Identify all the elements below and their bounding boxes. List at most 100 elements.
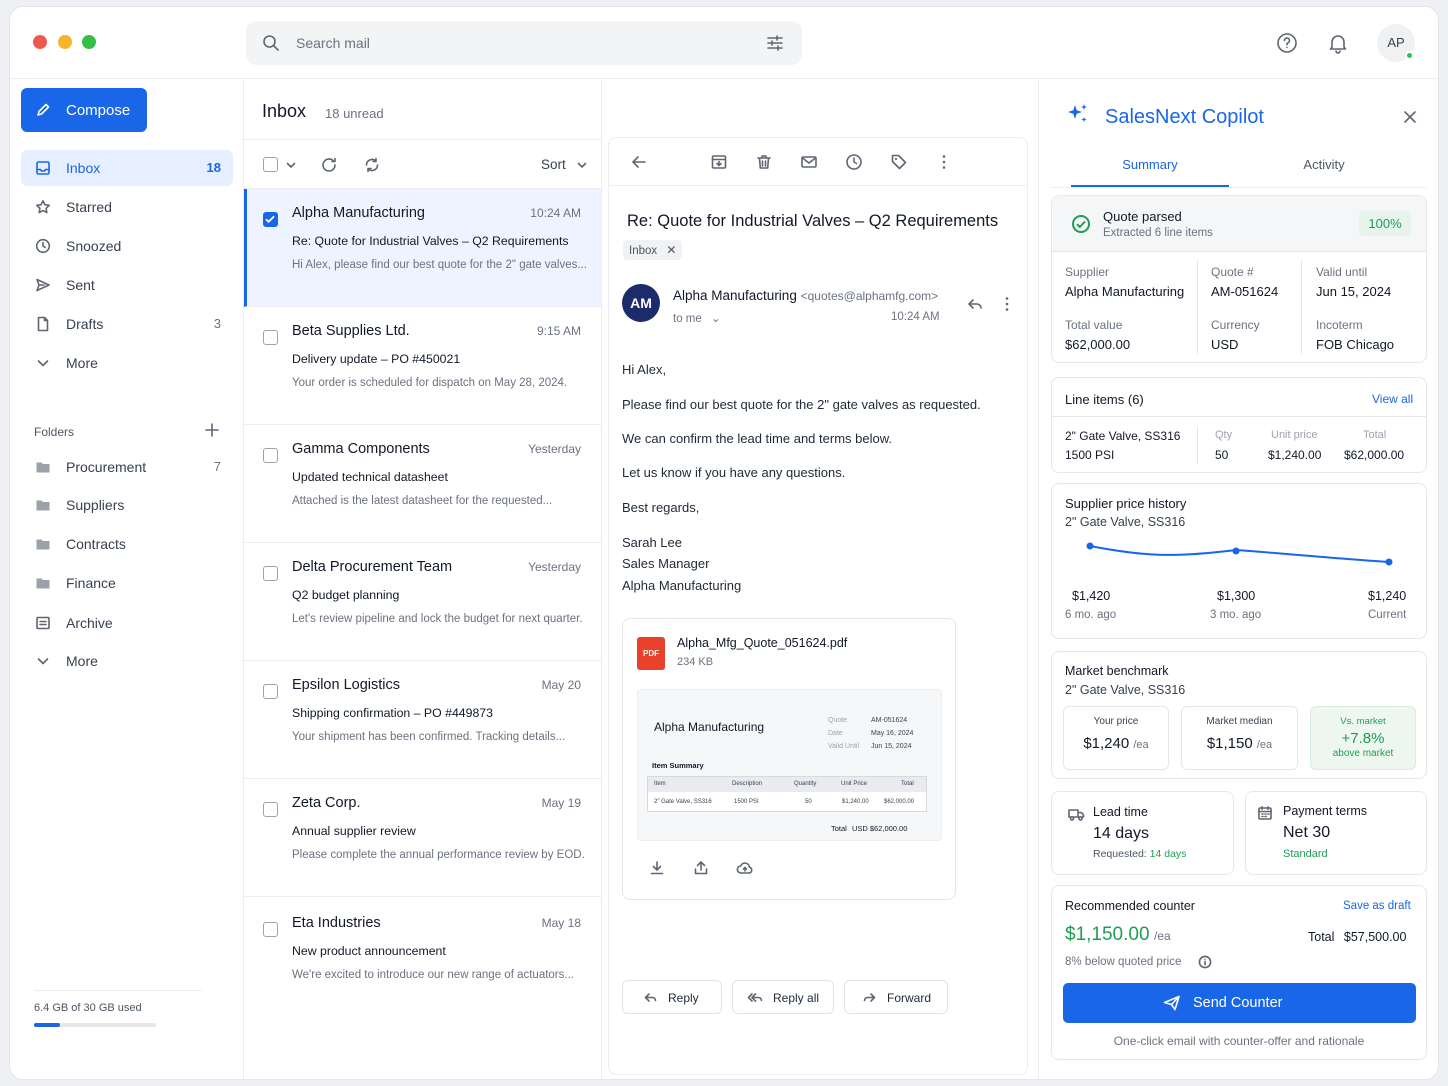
meta-label: Valid Until	[828, 743, 859, 750]
folder-item-contracts[interactable]: Contracts	[21, 526, 233, 562]
total-label: Total	[831, 824, 847, 833]
forward-button[interactable]: Forward	[844, 980, 948, 1014]
sidebar-item-label: Snoozed	[66, 238, 122, 254]
tile-label: Market median	[1206, 716, 1273, 727]
message-checkbox[interactable]	[263, 566, 278, 581]
message-checkbox[interactable]	[263, 212, 278, 227]
preview: Attached is the latest datasheet for the…	[292, 495, 553, 507]
share-icon[interactable]	[693, 860, 709, 876]
sender: Eta Industries	[292, 915, 381, 931]
preview-meta-labels: Quote Date Valid Until	[828, 714, 859, 753]
search-bar[interactable]: Search mail	[246, 21, 802, 65]
sidebar-item-sent[interactable]: Sent	[21, 267, 233, 303]
bell-icon[interactable]	[1327, 32, 1349, 54]
list-item[interactable]: Eta Industries May 18 New product announ…	[244, 899, 601, 1017]
message-checkbox[interactable]	[263, 684, 278, 699]
folder-item-archive[interactable]: Archive	[21, 605, 233, 641]
tile-label: Vs. market	[1340, 716, 1386, 727]
market-median-tile: Market median $1,150 /ea	[1181, 706, 1298, 770]
sidebar-item-starred[interactable]: Starred	[21, 189, 233, 225]
help-icon[interactable]	[1276, 32, 1298, 54]
folder-item-procurement[interactable]: Procurement 7	[21, 449, 233, 485]
counter-total-value: $57,500.00	[1343, 930, 1407, 944]
folder-item-finance[interactable]: Finance	[21, 565, 233, 601]
add-folder-icon[interactable]	[205, 423, 219, 437]
list-item[interactable]: Epsilon Logistics May 20 Shipping confir…	[244, 661, 601, 779]
status-sub: Extracted 6 line items	[1103, 227, 1213, 239]
sidebar-item-more[interactable]: More	[21, 345, 233, 381]
send-counter-button[interactable]: Send Counter	[1063, 983, 1416, 1023]
tab-activity[interactable]: Activity	[1245, 157, 1403, 187]
view-all-link[interactable]: View all	[1372, 392, 1413, 406]
preview: Your order is scheduled for dispatch on …	[292, 377, 568, 389]
field-value: USD	[1211, 337, 1239, 352]
search-input[interactable]: Search mail	[296, 35, 370, 51]
cloud-upload-icon[interactable]	[736, 860, 754, 876]
sidebar-item-inbox[interactable]: Inbox 18	[21, 150, 233, 186]
close-window-dot[interactable]	[33, 35, 47, 49]
refresh-icon[interactable]	[320, 156, 338, 174]
table-header: Item	[654, 781, 666, 787]
meta-label: Date	[828, 730, 843, 737]
list-item[interactable]: Delta Procurement Team Yesterday Q2 budg…	[244, 543, 601, 661]
price-history-card: Supplier price history 2" Gate Valve, SS…	[1051, 483, 1427, 639]
list-item[interactable]: Beta Supplies Ltd. 9:15 AM Delivery upda…	[244, 307, 601, 425]
folder-label: Suppliers	[66, 497, 125, 513]
recipient-toggle[interactable]: to me ⌄	[673, 311, 721, 325]
chevron-down-icon[interactable]	[576, 159, 588, 171]
list-item[interactable]: Zeta Corp. May 19 Annual supplier review…	[244, 779, 601, 897]
reply-button[interactable]: Reply	[622, 980, 722, 1014]
save-draft-link[interactable]: Save as draft	[1343, 900, 1411, 912]
divider	[1301, 260, 1302, 354]
select-all-checkbox[interactable]	[263, 157, 278, 172]
reply-all-label: Reply all	[773, 991, 820, 1005]
preview: We're excited to introduce our new range…	[292, 969, 574, 981]
filter-icon[interactable]	[766, 34, 784, 52]
list-item[interactable]: Gamma Components Yesterday Updated techn…	[244, 425, 601, 543]
avatar[interactable]: AP	[1377, 24, 1415, 62]
mail-icon[interactable]	[800, 153, 818, 171]
sync-icon[interactable]	[363, 156, 381, 174]
tab-summary[interactable]: Summary	[1071, 157, 1229, 187]
timestamp: Yesterday	[528, 560, 581, 574]
attachment-card[interactable]: PDF Alpha_Mfg_Quote_051624.pdf 234 KB Al…	[622, 618, 956, 900]
more-vertical-icon[interactable]	[998, 295, 1016, 313]
info-icon[interactable]	[1198, 955, 1212, 969]
folder-item-suppliers[interactable]: Suppliers	[21, 487, 233, 523]
chevron-down-icon[interactable]	[285, 159, 297, 171]
message-checkbox[interactable]	[263, 448, 278, 463]
reply-all-button[interactable]: Reply all	[732, 980, 834, 1014]
close-icon[interactable]	[1403, 110, 1417, 124]
remove-label-icon[interactable]: ✕	[666, 243, 676, 257]
compose-button[interactable]: Compose	[21, 88, 147, 132]
minimize-window-dot[interactable]	[58, 35, 72, 49]
clock-icon[interactable]	[845, 153, 863, 171]
counter-total-label: Total	[1308, 930, 1335, 944]
tab-label: Summary	[1122, 157, 1178, 172]
email-body-line: Let us know if you have any questions.	[622, 465, 846, 480]
folder-item-more[interactable]: More	[21, 643, 233, 679]
unit-price-label: Unit price	[1271, 429, 1318, 441]
reply-icon[interactable]	[966, 295, 984, 313]
message-checkbox[interactable]	[263, 922, 278, 937]
lead-time-requested: Requested: 14 days	[1093, 848, 1186, 860]
maximize-window-dot[interactable]	[82, 35, 96, 49]
sort-label[interactable]: Sort	[541, 157, 566, 172]
download-icon[interactable]	[649, 860, 665, 876]
attachment-preview[interactable]: Alpha Manufacturing Quote Date Valid Unt…	[637, 689, 942, 841]
compose-label: Compose	[66, 102, 131, 119]
trash-icon[interactable]	[755, 153, 773, 171]
back-arrow-icon[interactable]	[630, 153, 648, 171]
message-checkbox[interactable]	[263, 802, 278, 817]
sender-name[interactable]: Alpha Manufacturing	[673, 288, 797, 303]
more-vertical-icon[interactable]	[935, 153, 953, 171]
sidebar-item-drafts[interactable]: Drafts 3	[21, 306, 233, 342]
tag-icon[interactable]	[890, 153, 908, 171]
message-checkbox[interactable]	[263, 330, 278, 345]
list-item[interactable]: Alpha Manufacturing 10:24 AM Re: Quote f…	[244, 189, 601, 307]
sidebar-item-snoozed[interactable]: Snoozed	[21, 228, 233, 264]
line-item-spec: 1500 PSI	[1065, 448, 1115, 462]
archive-icon[interactable]	[710, 153, 728, 171]
calendar-icon	[1257, 805, 1273, 821]
label-chip[interactable]: Inbox ✕	[623, 240, 683, 260]
